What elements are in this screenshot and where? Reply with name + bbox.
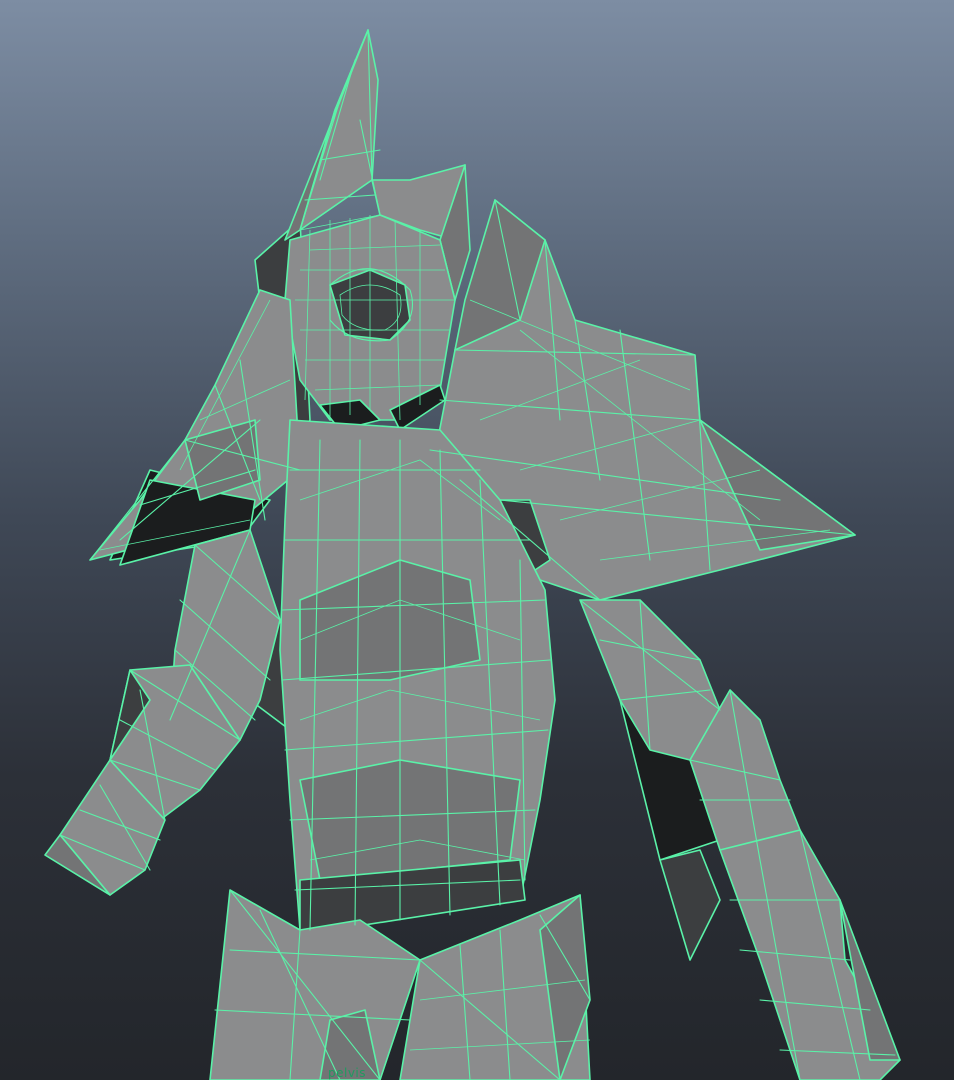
left-shoulder-guard[interactable] xyxy=(89,289,301,566)
pivot-label: pelvis xyxy=(328,1066,367,1080)
mesh-render[interactable] xyxy=(0,0,954,1080)
left-arm[interactable] xyxy=(44,529,281,896)
3d-viewport[interactable]: pelvis xyxy=(0,0,954,1080)
